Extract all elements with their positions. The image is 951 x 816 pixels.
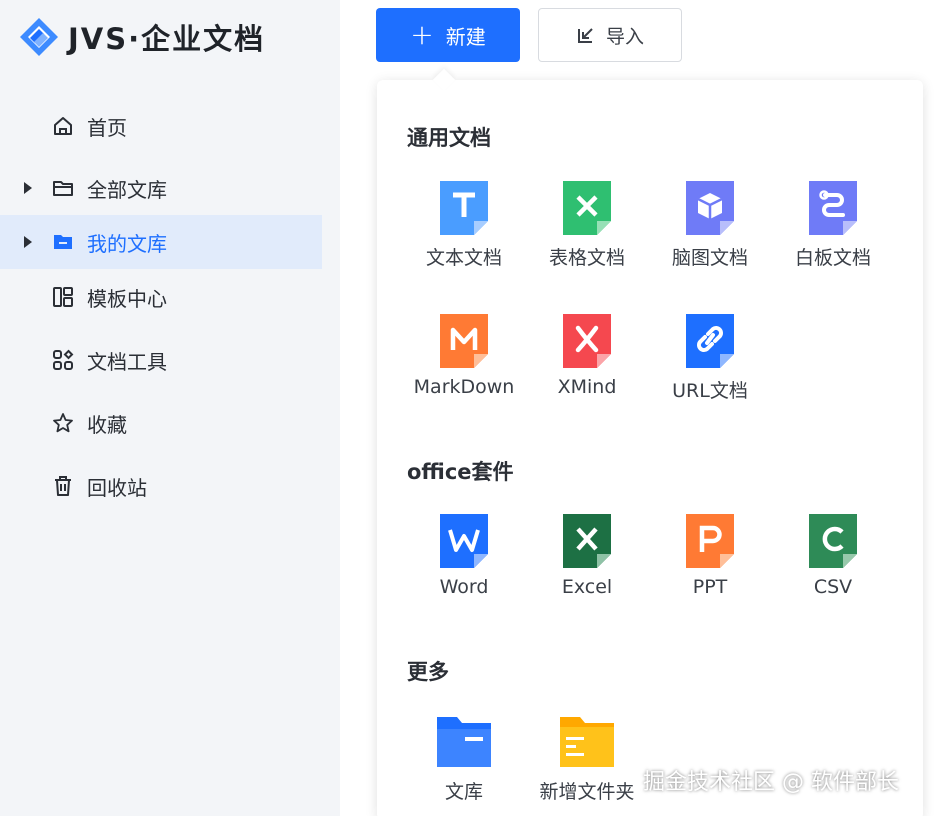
menu-item-mindmap-doc[interactable]: 脑图文档	[648, 181, 772, 281]
sidebar-item-label: 收藏	[87, 412, 127, 437]
folder-icon	[52, 177, 74, 199]
menu-item-label: 表格文档	[548, 247, 625, 269]
section-title-general: 通用文档	[407, 126, 491, 150]
sidebar-item-tools[interactable]: 文档工具	[0, 333, 322, 387]
csv-doc-icon	[809, 514, 857, 568]
expand-arrow-icon[interactable]	[24, 182, 32, 194]
watermark: 掘金技术社区 @ 软件部长	[643, 770, 899, 795]
menu-item-label: CSV	[813, 576, 853, 598]
sidebar-item-favorites[interactable]: 收藏	[0, 396, 322, 450]
menu-item-xmind-doc[interactable]: XMind	[525, 314, 649, 414]
sidebar-item-recycle-bin[interactable]: 回收站	[0, 459, 322, 513]
new-button[interactable]: + 新建	[376, 8, 520, 62]
plus-icon: +	[410, 18, 434, 51]
logo-icon	[20, 18, 58, 56]
markdown-doc-icon	[440, 314, 488, 368]
new-button-label: 新建	[445, 24, 486, 49]
menu-item-sheet-doc[interactable]: 表格文档	[525, 181, 649, 281]
new-folder-icon	[560, 717, 614, 767]
menu-item-excel[interactable]: Excel	[525, 514, 649, 614]
menu-item-label: XMind	[557, 376, 617, 398]
library-folder-icon	[437, 717, 491, 767]
sidebar-item-label: 首页	[87, 115, 127, 140]
menu-item-text-doc[interactable]: 文本文档	[402, 181, 526, 281]
import-button[interactable]: 导入	[538, 8, 682, 62]
home-icon	[52, 115, 74, 137]
folder-filled-icon	[52, 231, 74, 253]
excel-doc-icon	[563, 514, 611, 568]
template-icon	[52, 286, 74, 308]
tools-icon	[52, 349, 74, 371]
import-icon	[577, 28, 593, 43]
menu-item-label: 白板文档	[794, 247, 871, 269]
menu-item-ppt[interactable]: PPT	[648, 514, 772, 614]
menu-item-csv[interactable]: CSV	[771, 514, 895, 614]
text-doc-icon	[440, 181, 488, 235]
menu-item-new-folder[interactable]: 新增文件夹	[525, 715, 649, 815]
menu-item-label: 新增文件夹	[539, 781, 635, 803]
menu-item-label: 文库	[444, 781, 483, 803]
menu-item-label: MarkDown	[413, 376, 515, 398]
sidebar-item-label: 全部文库	[87, 177, 167, 202]
sidebar-item-label: 我的文库	[87, 231, 167, 256]
menu-item-label: URL文档	[672, 380, 748, 402]
section-title-office: office套件	[407, 460, 514, 484]
xmind-doc-icon	[563, 314, 611, 368]
import-button-label: 导入	[605, 25, 644, 48]
whiteboard-doc-icon	[809, 181, 857, 235]
menu-item-label: 脑图文档	[671, 247, 748, 269]
menu-item-label: 文本文档	[425, 247, 502, 269]
expand-arrow-icon[interactable]	[24, 236, 32, 248]
ppt-doc-icon	[686, 514, 734, 568]
menu-item-label: PPT	[692, 576, 728, 598]
mindmap-doc-icon	[686, 181, 734, 235]
menu-item-whiteboard-doc[interactable]: 白板文档	[771, 181, 895, 281]
sidebar-item-label: 模板中心	[87, 286, 167, 311]
section-title-more: 更多	[407, 660, 449, 684]
url-doc-icon	[686, 314, 734, 368]
menu-item-word[interactable]: Word	[402, 514, 526, 614]
menu-item-label: Word	[439, 576, 489, 598]
logo-text: JVS·企业文档	[68, 22, 266, 56]
sidebar-item-templates[interactable]: 模板中心	[0, 270, 322, 324]
star-icon	[52, 412, 74, 434]
sidebar: JVS·企业文档 首页 全部文库 我的文库 模板中心 文档工具 收藏 回收站	[0, 0, 340, 816]
word-doc-icon	[440, 514, 488, 568]
menu-item-label: Excel	[561, 576, 613, 598]
sheet-doc-icon	[563, 181, 611, 235]
sidebar-item-home[interactable]: 首页	[0, 99, 322, 153]
sidebar-item-label: 文档工具	[87, 349, 167, 374]
sidebar-item-all-libraries[interactable]: 全部文库	[0, 161, 322, 215]
menu-item-markdown-doc[interactable]: MarkDown	[402, 314, 526, 414]
trash-icon	[52, 475, 74, 497]
menu-item-library[interactable]: 文库	[402, 715, 526, 815]
menu-item-url-doc[interactable]: URL文档	[648, 314, 772, 414]
sidebar-item-label: 回收站	[87, 475, 147, 500]
app-logo[interactable]: JVS·企业文档	[18, 16, 265, 58]
sidebar-item-my-libraries[interactable]: 我的文库	[0, 215, 322, 269]
